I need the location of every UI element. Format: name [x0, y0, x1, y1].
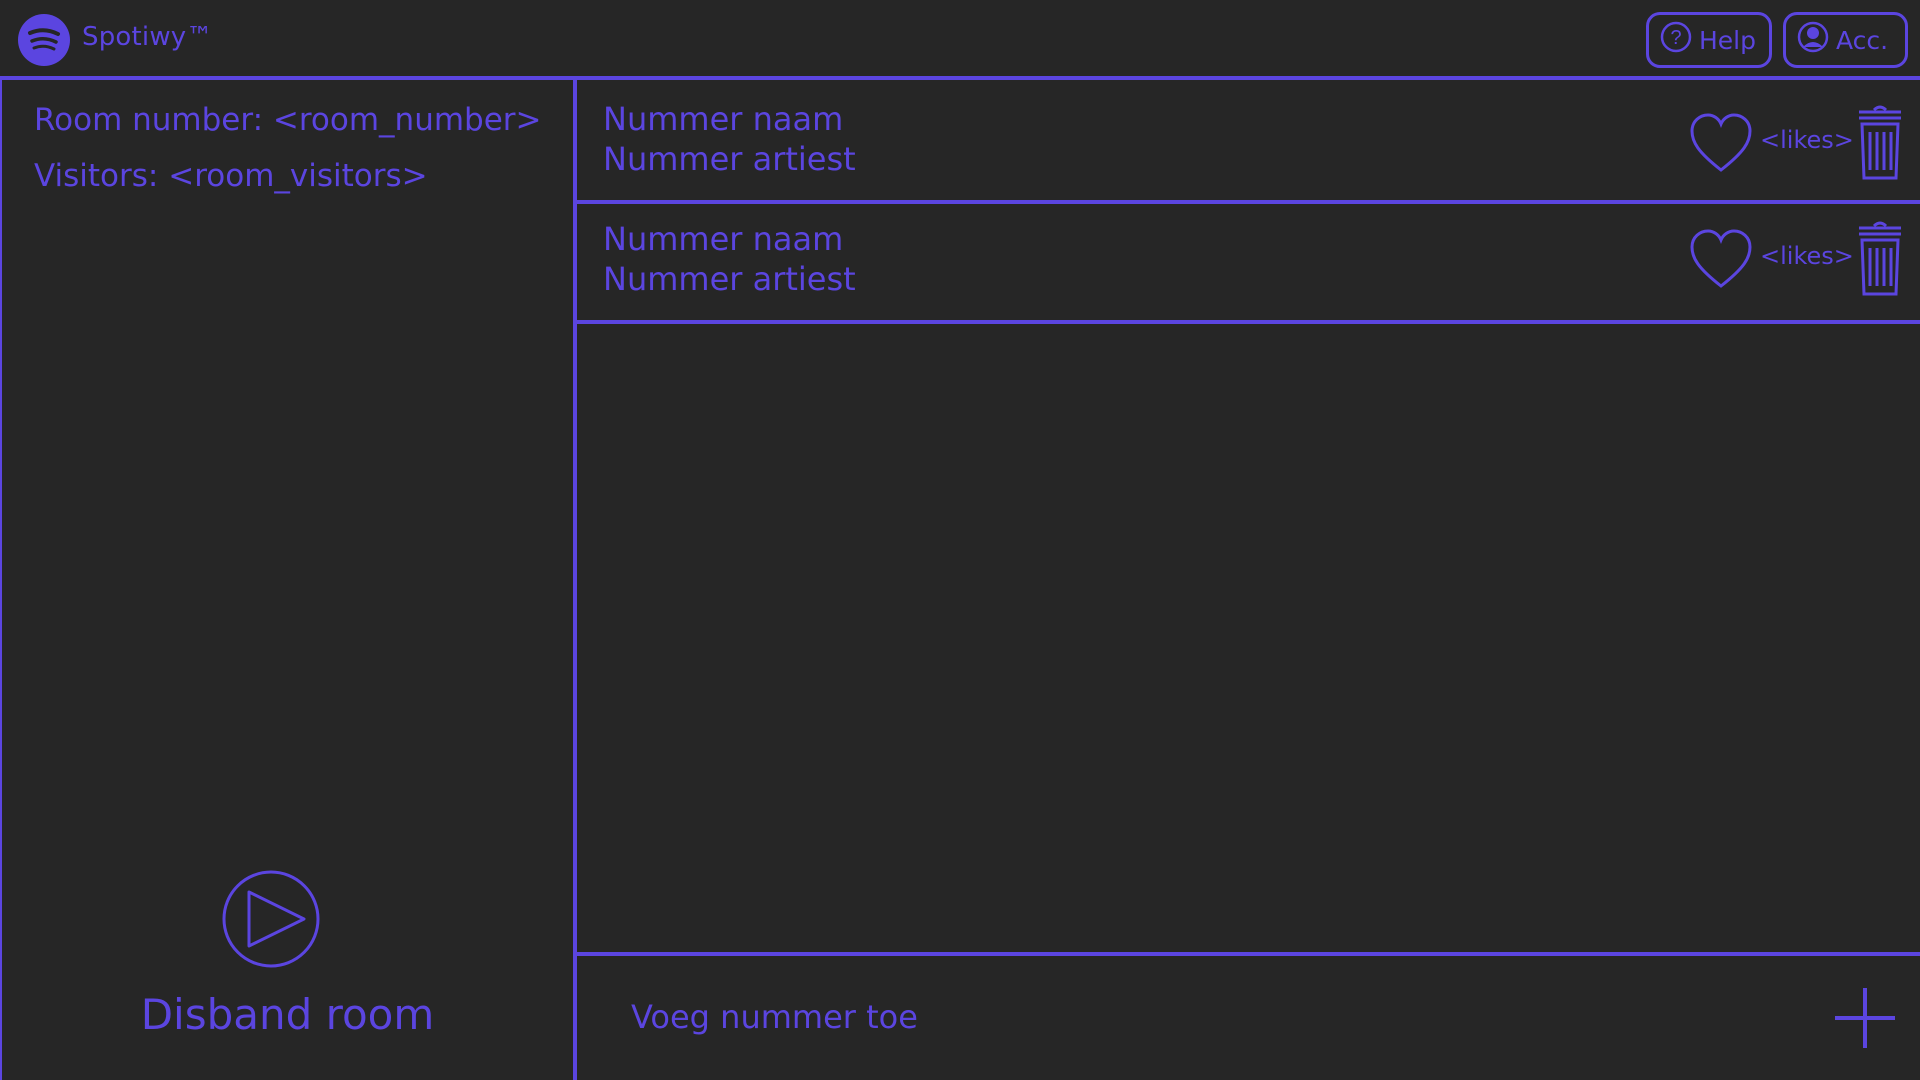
disband-room-button[interactable]: Disband room: [2, 990, 573, 1039]
help-button[interactable]: ? Help: [1646, 12, 1772, 68]
likes-count: <likes>: [1760, 126, 1854, 154]
add-song-bar: Voeg nummer toe: [577, 952, 1920, 1080]
song-name: Nummer naam: [603, 220, 844, 258]
plus-icon[interactable]: [1833, 986, 1897, 1050]
queue-item: Nummer naam Nummer artiest <likes>: [577, 204, 1920, 324]
queue-item: Nummer naam Nummer artiest <likes>: [577, 84, 1920, 204]
top-bar: Spotiwy™ ? Help Acc.: [0, 0, 1920, 80]
account-icon: [1796, 20, 1830, 60]
spotify-logo-icon[interactable]: [18, 14, 70, 66]
likes-count: <likes>: [1760, 242, 1854, 270]
heart-icon[interactable]: [1688, 228, 1754, 290]
account-button[interactable]: Acc.: [1783, 12, 1908, 68]
add-song-button[interactable]: Voeg nummer toe: [631, 998, 918, 1036]
play-icon: [222, 870, 320, 968]
room-visitors: Visitors: <room_visitors>: [34, 158, 428, 194]
song-artist: Nummer artiest: [603, 260, 856, 298]
svg-text:?: ?: [1670, 27, 1681, 49]
song-name: Nummer naam: [603, 100, 844, 138]
help-icon: ?: [1659, 20, 1693, 60]
play-button[interactable]: [222, 870, 320, 968]
trash-icon[interactable]: [1857, 102, 1903, 182]
room-number: Room number: <room_number>: [34, 102, 542, 138]
trash-icon[interactable]: [1857, 218, 1903, 298]
room-panel: Room number: <room_number> Visitors: <ro…: [0, 80, 577, 1080]
help-label: Help: [1699, 25, 1756, 55]
song-artist: Nummer artiest: [603, 140, 856, 178]
app-title: Spotiwy™: [82, 22, 213, 52]
heart-icon[interactable]: [1688, 112, 1754, 174]
account-label: Acc.: [1836, 25, 1889, 55]
